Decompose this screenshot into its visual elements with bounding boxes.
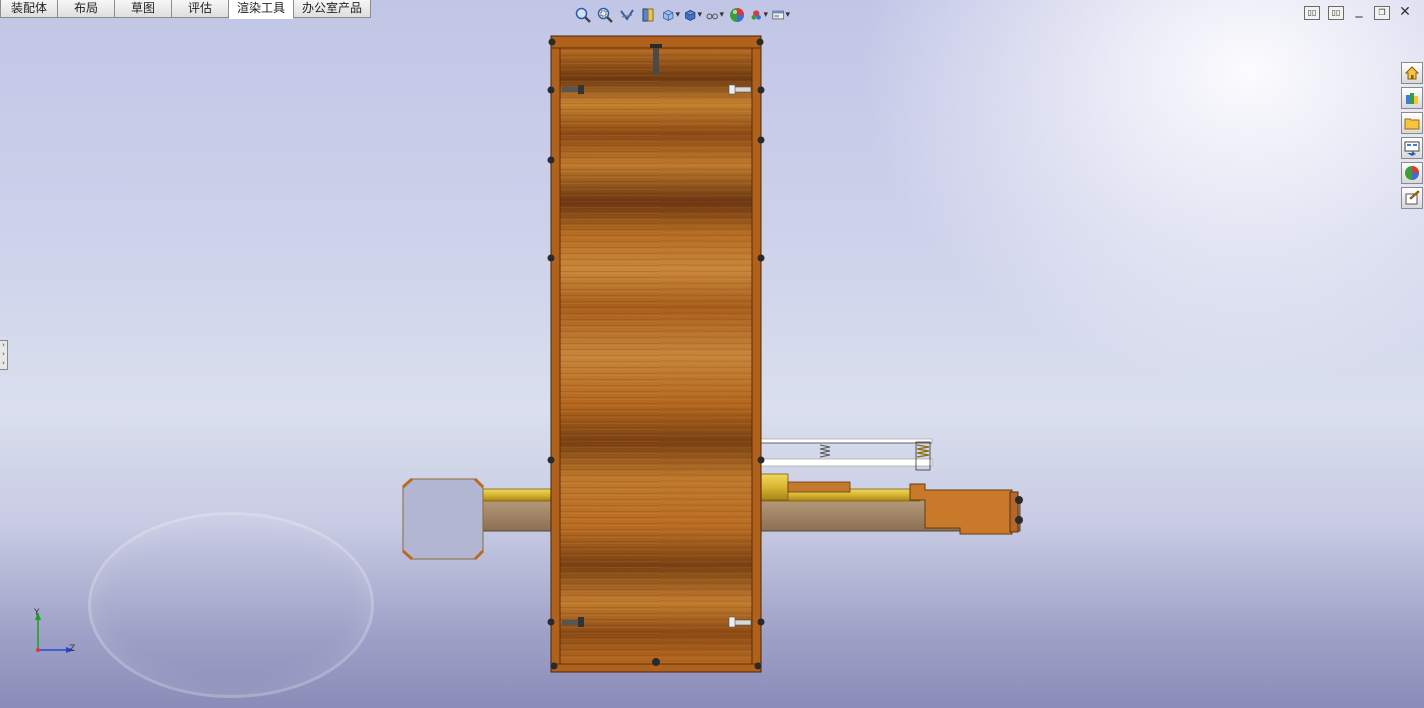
- spring-left: [819, 444, 831, 458]
- axis-z-label: Z: [69, 644, 76, 654]
- wood-box: [550, 35, 762, 673]
- brass-block: [757, 473, 789, 501]
- tab-sketch[interactable]: 草图: [114, 0, 172, 18]
- axis-y-label: Y: [34, 608, 40, 618]
- wood-slider: [787, 481, 851, 493]
- command-manager-tabs: 装配体 布局 草图 评估 渲染工具 办公室产品: [0, 0, 371, 19]
- lower-plate: [759, 458, 933, 467]
- tab-render-tools[interactable]: 渲染工具: [228, 0, 294, 19]
- tab-evaluate[interactable]: 评估: [171, 0, 229, 18]
- reference-triad: Y Z: [28, 608, 88, 661]
- end-cap-plate: [402, 478, 484, 560]
- spring-right: [916, 444, 930, 458]
- assembly-model-view[interactable]: [0, 0, 1424, 708]
- tab-assembly[interactable]: 装配体: [0, 0, 58, 18]
- upper-plate: [759, 438, 933, 444]
- wood-end-block: [909, 483, 1013, 535]
- tab-office-products[interactable]: 办公室产品: [293, 0, 371, 18]
- tab-layout[interactable]: 布局: [57, 0, 115, 18]
